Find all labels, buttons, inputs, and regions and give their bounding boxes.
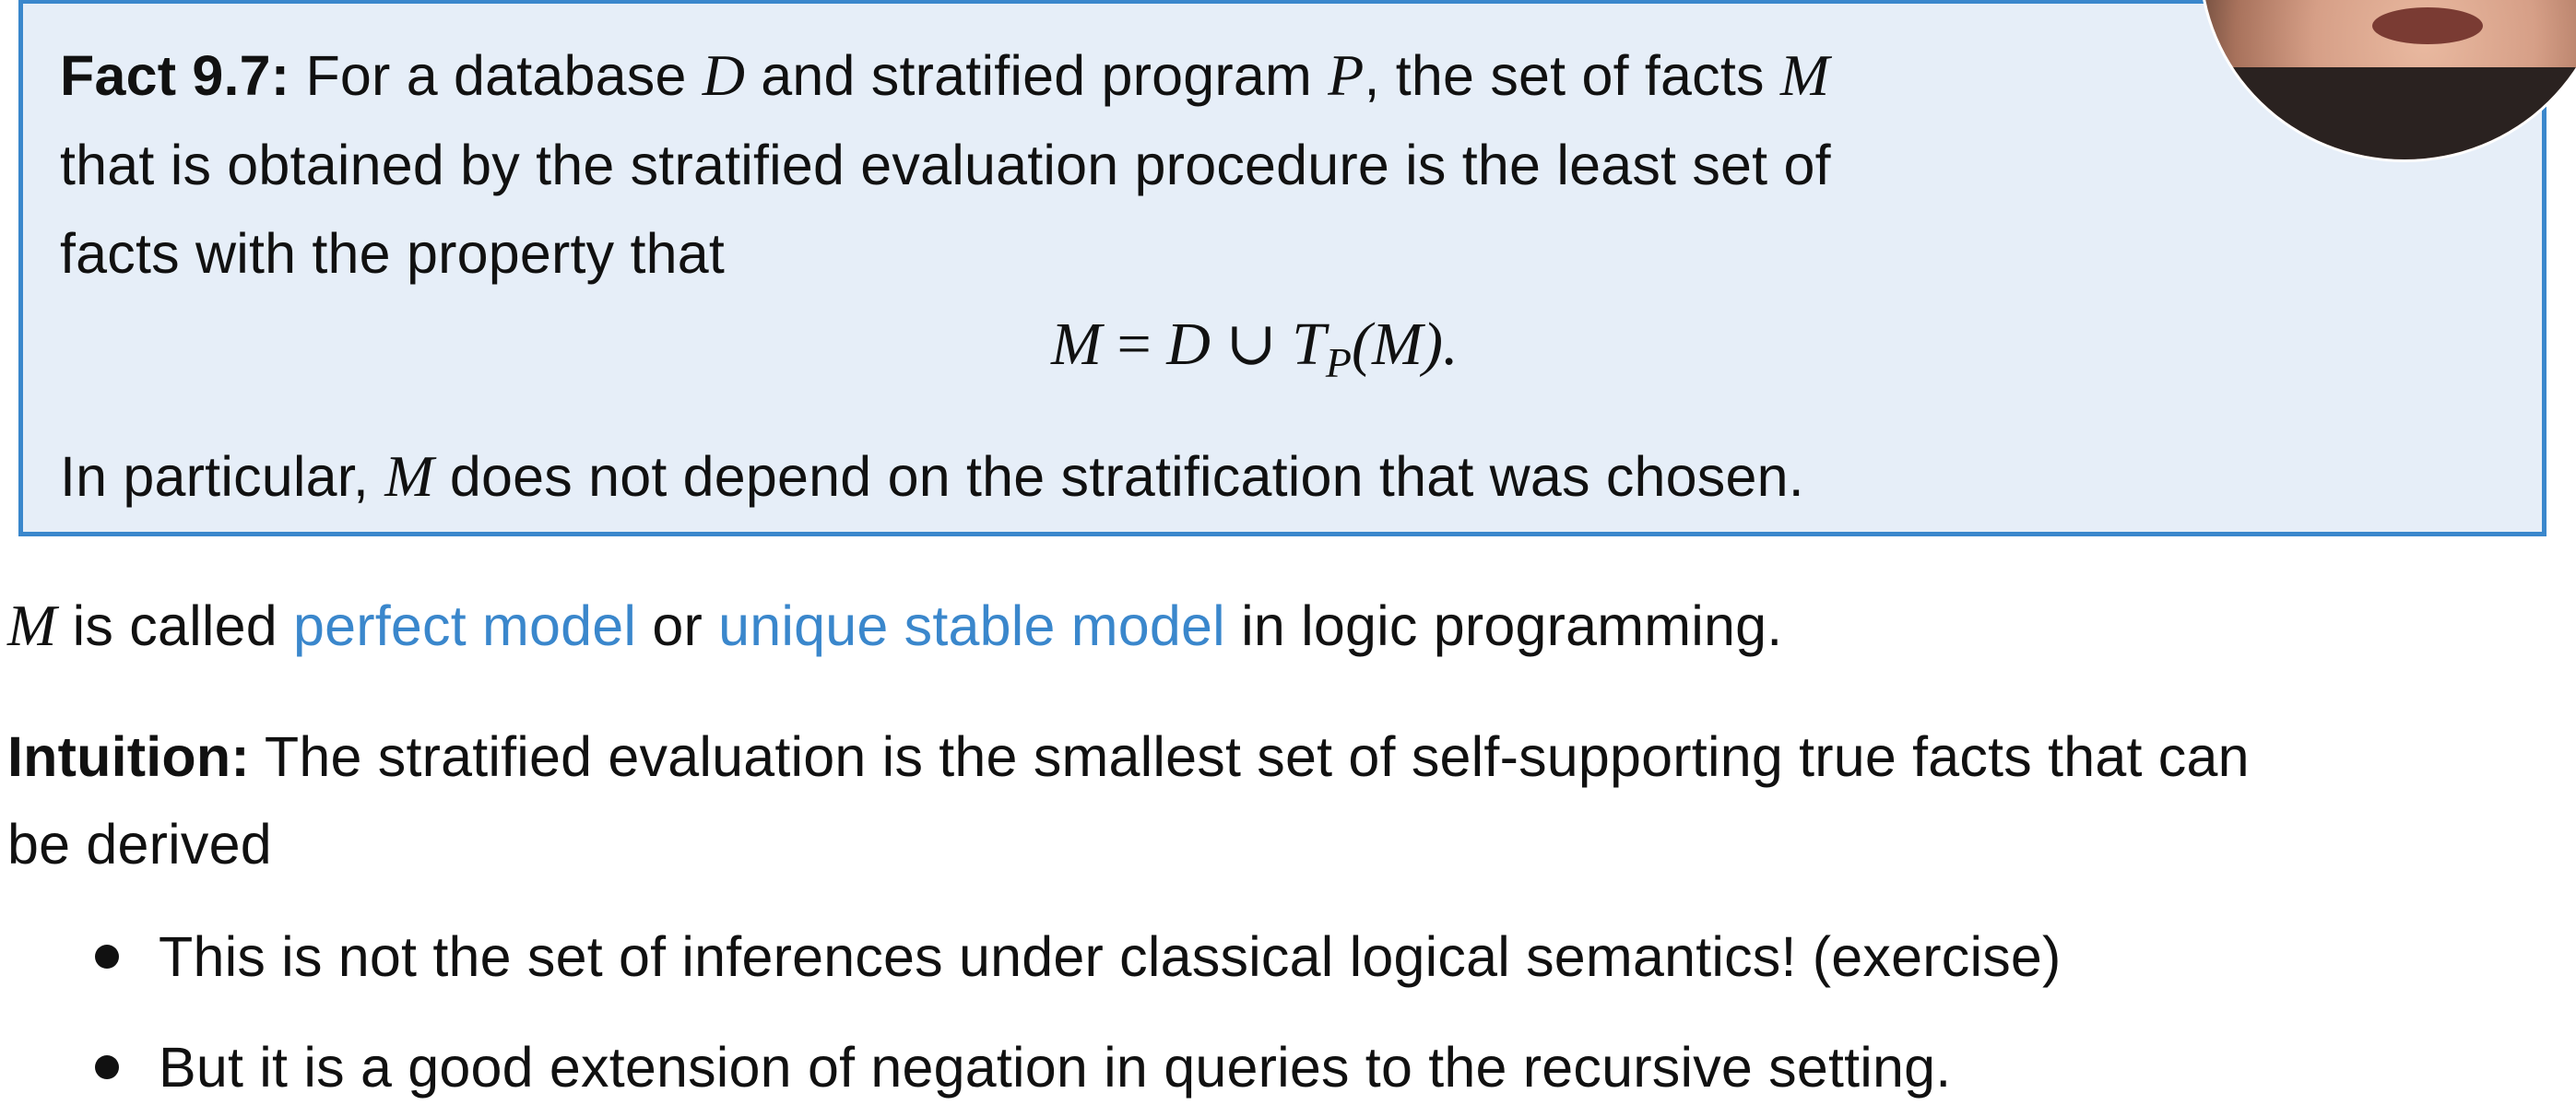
eq-t: T bbox=[1292, 311, 1326, 378]
fact-line-1: Fact 9.7: For a database D and stratifie… bbox=[60, 43, 1829, 108]
eq-subscript-p: P bbox=[1325, 339, 1353, 386]
fact-text: For a database bbox=[290, 44, 703, 107]
fact-line-4: In particular, M does not depend on the … bbox=[60, 444, 1804, 509]
webcam-overlay bbox=[2199, 0, 2576, 162]
math-var-d: D bbox=[702, 42, 746, 108]
eq-lhs: M bbox=[1051, 311, 1102, 378]
perfect-model-line: M is called perfect model or unique stab… bbox=[7, 594, 1782, 658]
body-text: The stratified evaluation is the smalles… bbox=[249, 725, 2250, 788]
fact-line-3: facts with the property that bbox=[60, 222, 726, 285]
intuition-label: Intuition: bbox=[7, 725, 250, 788]
intuition-line-2: be derived bbox=[7, 813, 272, 876]
body-text: or bbox=[636, 594, 719, 657]
body-text: in logic programming. bbox=[1224, 594, 1783, 657]
fact-text: does not depend on the stratification th… bbox=[433, 445, 1804, 508]
math-var-p: P bbox=[1328, 42, 1365, 108]
bullet-dot bbox=[95, 1055, 119, 1079]
unique-stable-model-link[interactable]: unique stable model bbox=[718, 594, 1225, 657]
math-var-m: M bbox=[1779, 42, 1830, 108]
bullet-item-2: But it is a good extension of negation i… bbox=[159, 1036, 1952, 1099]
bullet-item-1: This is not the set of inferences under … bbox=[159, 925, 2062, 988]
math-var-m: M bbox=[7, 593, 57, 658]
fact-box: Fact 9.7: For a database D and stratifie… bbox=[18, 0, 2546, 536]
intuition-line-1: Intuition: The stratified evaluation is … bbox=[7, 724, 2250, 789]
fact-text: and stratified program bbox=[745, 44, 1329, 107]
webcam-face bbox=[2372, 7, 2483, 44]
math-var-m: M bbox=[384, 443, 434, 509]
fact-line-2: that is obtained by the stratified evalu… bbox=[60, 134, 1831, 196]
webcam-shirt bbox=[2202, 67, 2576, 159]
body-text: is called bbox=[56, 594, 293, 657]
fact-label: Fact 9.7: bbox=[60, 44, 290, 107]
eq-union: ∪ bbox=[1210, 311, 1293, 378]
fact-text: , the set of facts bbox=[1364, 44, 1780, 107]
eq-argument: (M). bbox=[1352, 311, 1459, 378]
fact-equation: M = D ∪ TP(M). bbox=[1051, 311, 1459, 386]
bullet-dot bbox=[95, 945, 119, 969]
perfect-model-link[interactable]: perfect model bbox=[293, 594, 636, 657]
eq-d: D bbox=[1166, 311, 1211, 378]
eq-equals: = bbox=[1101, 311, 1167, 378]
fact-text: In particular, bbox=[60, 445, 385, 508]
